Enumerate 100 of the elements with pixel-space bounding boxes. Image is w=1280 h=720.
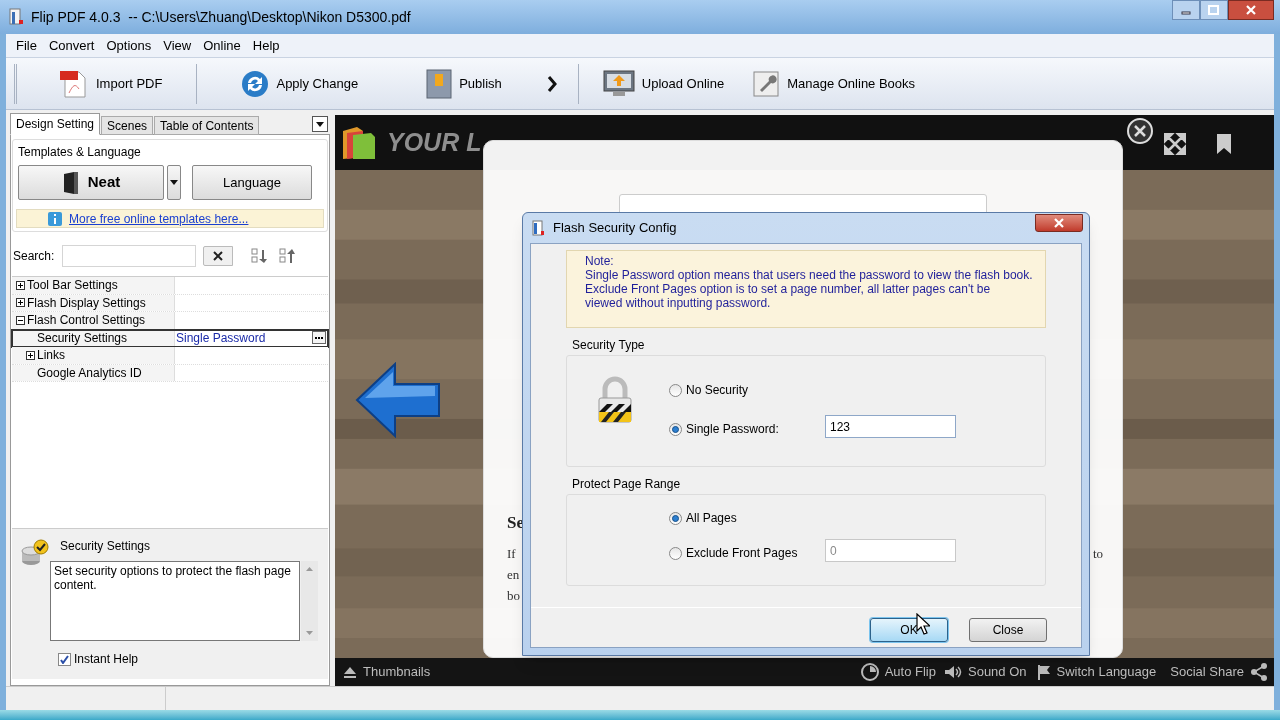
page-text: bo xyxy=(507,587,520,605)
property-value: Single Password xyxy=(176,329,266,347)
menu-item[interactable]: View xyxy=(157,35,198,56)
property-label: Flash Control Settings xyxy=(27,312,146,330)
property-row[interactable]: Google Analytics ID xyxy=(12,364,328,382)
property-label: Flash Display Settings xyxy=(27,294,146,312)
sort-ascending-icon[interactable] xyxy=(279,248,296,264)
close-button[interactable] xyxy=(1228,0,1274,20)
dropdown-button[interactable] xyxy=(312,116,328,132)
collapse-icon[interactable] xyxy=(16,315,25,325)
checkbox[interactable] xyxy=(58,652,71,666)
property-label: Google Analytics ID xyxy=(37,364,142,382)
close-button[interactable] xyxy=(1035,214,1083,232)
upload-monitor-icon xyxy=(602,69,635,98)
bookmark-icon[interactable] xyxy=(1216,133,1232,155)
radio-button[interactable] xyxy=(669,383,682,397)
refresh-icon xyxy=(241,69,270,98)
dialog-button[interactable]: Close xyxy=(969,618,1047,642)
toolbar-button[interactable]: Switch Language xyxy=(1036,662,1157,682)
menu-item[interactable]: File xyxy=(10,35,43,56)
note-text: Single Password option means that users need the password to view the flash book. xyxy=(585,268,1034,282)
tab[interactable]: Table of Contents xyxy=(154,116,260,135)
checkbox-label: Instant Help xyxy=(74,651,139,668)
help-title: Security Settings xyxy=(60,538,151,555)
left-arrow-icon[interactable] xyxy=(355,362,443,438)
radio-button[interactable] xyxy=(669,422,682,436)
sort-descending-icon[interactable] xyxy=(251,248,268,264)
property-row[interactable]: Links xyxy=(12,347,328,365)
book-icon xyxy=(426,68,453,99)
help-text: Set security options to protect the flash page content. xyxy=(50,561,300,641)
pdf-document-icon xyxy=(59,68,89,99)
speaker-icon xyxy=(944,665,962,679)
property-row[interactable]: Flash Display Settings xyxy=(12,294,328,312)
note-text: viewed without inputting password. xyxy=(585,296,772,310)
property-row[interactable]: Flash Control Settings xyxy=(12,312,328,330)
page-text: en xyxy=(507,566,520,584)
expand-icon[interactable] xyxy=(16,280,25,290)
toolbar-button[interactable]: Upload Online xyxy=(598,61,729,106)
search-field[interactable] xyxy=(62,245,197,267)
minimize-button[interactable] xyxy=(1172,0,1200,20)
maximize-button[interactable] xyxy=(1200,0,1228,20)
close-icon xyxy=(1246,5,1256,15)
menu-item[interactable]: Help xyxy=(246,35,286,56)
toolbar-button[interactable]: Sound On xyxy=(944,662,1027,682)
property-row[interactable]: Security Settings Single Password xyxy=(12,329,328,347)
property-label: Tool Bar Settings xyxy=(27,277,118,295)
page-text: to xyxy=(1093,545,1104,563)
ellipsis-icon xyxy=(315,336,323,339)
tab[interactable]: Scenes xyxy=(101,116,154,135)
check-icon xyxy=(60,654,69,664)
property-label: Security Settings xyxy=(37,329,128,347)
browse-button[interactable] xyxy=(312,331,326,345)
template-button[interactable]: Neat xyxy=(18,165,164,200)
language-button[interactable]: Language xyxy=(192,165,312,200)
padlock-icon xyxy=(597,376,633,424)
toolbar-button[interactable]: Apply Change xyxy=(237,61,363,106)
menu-item[interactable]: Convert xyxy=(42,35,101,56)
menu-item[interactable]: Online xyxy=(197,35,247,56)
expand-icon[interactable] xyxy=(26,350,35,360)
toolbar-button[interactable]: Thumbnails xyxy=(343,662,431,682)
input-field[interactable]: 123 xyxy=(825,415,956,438)
dialog-button[interactable]: OK xyxy=(870,618,948,642)
dropdown-button[interactable] xyxy=(167,165,181,200)
search-label: Search: xyxy=(13,248,55,265)
caret-icon xyxy=(170,180,178,185)
radio-label: No Security xyxy=(686,382,749,399)
radio-button[interactable] xyxy=(669,511,682,525)
tab[interactable]: Design Setting xyxy=(10,113,101,135)
radio-label: All Pages xyxy=(686,510,737,527)
note-title: Note: xyxy=(585,254,615,268)
maximize-icon xyxy=(1208,5,1220,15)
toolbar-button[interactable]: Import PDF xyxy=(55,61,167,106)
group-title: Protect Page Range xyxy=(572,476,682,493)
expand-icon[interactable] xyxy=(16,298,25,308)
menu-item[interactable]: Options xyxy=(100,35,158,56)
window-title: Flip PDF 4.0.3 -- C:\Users\Zhuang\Desktop\Nikon D5300.pdf xyxy=(31,7,411,27)
caret-icon xyxy=(316,121,324,127)
fullscreen-icon[interactable] xyxy=(1164,133,1186,155)
page-text: If xyxy=(507,545,516,563)
close-icon xyxy=(213,251,224,261)
radio-label: Exclude Front Pages xyxy=(686,545,798,562)
toolbar-button[interactable]: Social Share xyxy=(1170,662,1268,682)
wrench-icon xyxy=(752,69,781,98)
info-icon xyxy=(48,211,62,226)
note-text: Exclude Front Pages option is to set a page number, all latter pages can't be xyxy=(585,282,992,296)
toolbar-button[interactable]: Auto Flip xyxy=(860,662,936,682)
logo-text: YOUR L xyxy=(387,126,482,158)
toolbar-button[interactable]: Manage Online Books xyxy=(748,61,920,106)
dialog-title: Flash Security Config xyxy=(553,219,677,238)
eject-icon xyxy=(343,666,357,678)
clock-icon xyxy=(860,663,879,681)
book-icon xyxy=(61,170,80,195)
flag-icon xyxy=(1036,664,1051,680)
clear-button[interactable] xyxy=(203,246,234,266)
app-icon xyxy=(8,8,24,26)
property-row[interactable]: Tool Bar Settings xyxy=(12,277,328,295)
close-icon xyxy=(1054,218,1064,228)
toolbar-button[interactable]: Publish xyxy=(422,61,506,106)
group-title: Templates & Language xyxy=(18,144,142,161)
app-icon xyxy=(531,220,545,236)
